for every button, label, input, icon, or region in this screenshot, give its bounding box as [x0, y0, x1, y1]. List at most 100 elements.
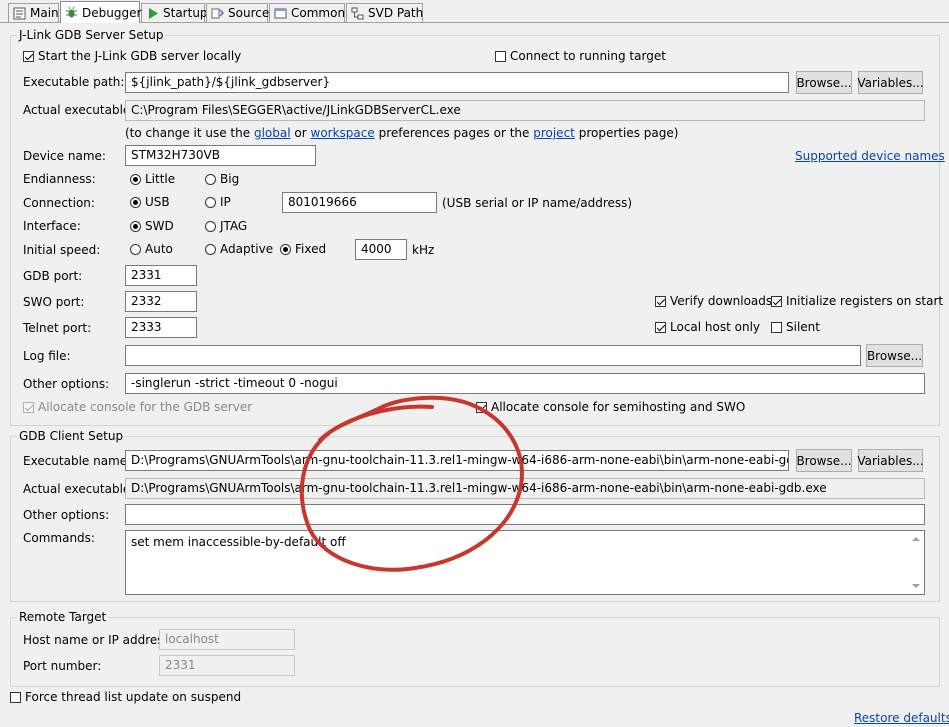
speed-unit-label: kHz	[412, 243, 435, 257]
radio-label: Fixed	[295, 242, 327, 256]
interface-label: Interface:	[23, 219, 81, 233]
client-actual-exe-label: Actual executable:	[23, 482, 135, 496]
initialize-registers-checkbox[interactable]: Initialize registers on start	[771, 294, 943, 308]
checkbox-label: Initialize registers on start	[786, 294, 944, 308]
server-other-options-input[interactable]: -singlerun -strict -timeout 0 -nogui	[125, 373, 925, 394]
checkbox-box	[23, 50, 34, 62]
checkbox-label: Connect to running target	[510, 49, 666, 63]
log-file-browse-button[interactable]: Browse...	[866, 344, 923, 367]
force-thread-update-checkbox[interactable]: Force thread list update on suspend	[10, 690, 241, 704]
verify-downloads-checkbox[interactable]: Verify downloads	[655, 294, 772, 308]
start-server-locally-checkbox[interactable]: Start the J-Link GDB server locally	[23, 49, 241, 63]
server-variables-button[interactable]: Variables...	[857, 71, 924, 94]
client-actual-exe-field: D:\Programs\GNUArmTools\arm-gnu-toolchai…	[125, 478, 925, 499]
swo-port-input[interactable]: 2332	[125, 291, 197, 312]
main-icon	[13, 7, 26, 20]
server-exe-input[interactable]: ${jlink_path}/${jlink_gdbserver}	[125, 72, 789, 93]
initial-speed-label: Initial speed:	[23, 243, 101, 257]
tab-startup-label: Startup	[163, 6, 208, 20]
commands-scrollbar[interactable]	[909, 531, 924, 594]
scroll-down-icon[interactable]	[912, 584, 920, 588]
connection-usb-radio[interactable]: USB	[130, 195, 170, 209]
log-file-label: Log file:	[23, 349, 71, 363]
tab-bar: Main Debugger Startup Source Common SVD …	[0, 0, 949, 24]
remote-group	[10, 617, 940, 687]
speed-adaptive-radio[interactable]: Adaptive	[205, 242, 273, 256]
radio-label: SWD	[145, 219, 174, 233]
client-variables-button[interactable]: Variables...	[857, 449, 924, 472]
silent-checkbox[interactable]: Silent	[771, 320, 820, 334]
speed-value-input[interactable]: 4000	[355, 239, 407, 260]
supported-device-names-link[interactable]: Supported device names	[795, 149, 945, 163]
project-properties-link[interactable]: project	[533, 126, 575, 140]
endian-big-radio[interactable]: Big	[205, 172, 239, 186]
server-exe-label: Executable path:	[23, 75, 125, 89]
restore-defaults-link[interactable]: Restore defaults	[854, 711, 949, 725]
gdb-port-label: GDB port:	[23, 269, 83, 283]
checkbox-label: Start the J-Link GDB server locally	[38, 49, 242, 63]
remote-group-title: Remote Target	[17, 610, 109, 624]
port-number-input[interactable]: 2331	[159, 655, 295, 676]
radio-label: USB	[145, 195, 170, 209]
tab-svd-path-label: SVD Path	[368, 6, 424, 20]
device-name-input[interactable]: STM32H730VB	[125, 145, 316, 166]
allocate-gdb-console-checkbox[interactable]: Allocate console for the GDB server	[23, 400, 252, 414]
tab-svd-path[interactable]: SVD Path	[346, 3, 423, 22]
speed-fixed-radio[interactable]: Fixed	[280, 242, 326, 256]
source-icon	[211, 7, 224, 20]
tab-startup[interactable]: Startup	[141, 3, 208, 22]
client-browse-button[interactable]: Browse...	[796, 449, 852, 472]
tab-source[interactable]: Source	[206, 3, 269, 22]
play-icon	[146, 7, 159, 20]
radio-circle	[205, 196, 216, 208]
connection-address-input[interactable]: 801019666	[282, 192, 437, 213]
radio-circle	[130, 196, 141, 208]
checkbox-label: Allocate console for the GDB server	[38, 400, 253, 414]
tab-main[interactable]: Main	[8, 3, 59, 22]
client-other-options-input[interactable]	[125, 504, 925, 525]
hint-text: (to change it use the	[125, 126, 251, 140]
server-browse-button[interactable]: Browse...	[796, 71, 852, 94]
commands-label: Commands:	[23, 531, 95, 545]
interface-jtag-radio[interactable]: JTAG	[205, 219, 247, 233]
radio-circle	[205, 220, 216, 232]
log-file-input[interactable]	[125, 345, 861, 366]
tab-common-label: Common	[291, 6, 346, 20]
commands-textarea[interactable]: set mem inaccessible-by-default off	[125, 530, 925, 595]
allocate-semihosting-console-checkbox[interactable]: Allocate console for semihosting and SWO	[476, 400, 745, 414]
swo-port-label: SWO port:	[23, 295, 85, 309]
host-name-input[interactable]: localhost	[159, 629, 295, 650]
checkbox-box	[476, 401, 487, 413]
radio-label: Little	[145, 172, 176, 186]
client-group-title: GDB Client Setup	[17, 429, 126, 443]
radio-circle	[205, 173, 216, 185]
local-host-only-checkbox[interactable]: Local host only	[655, 320, 760, 334]
tab-common[interactable]: Common	[269, 3, 345, 22]
client-exe-input[interactable]: D:\Programs\GNUArmTools\arm-gnu-toolchai…	[125, 450, 789, 471]
debug-bug-icon	[65, 6, 78, 19]
connection-label: Connection:	[23, 196, 95, 210]
common-icon	[274, 7, 287, 20]
checkbox-label: Verify downloads	[670, 294, 773, 308]
gdb-port-input[interactable]: 2331	[125, 265, 197, 286]
radio-circle	[130, 173, 141, 185]
radio-label: IP	[220, 195, 231, 209]
connection-ip-radio[interactable]: IP	[205, 195, 231, 209]
scroll-up-icon[interactable]	[912, 537, 920, 541]
telnet-port-label: Telnet port:	[23, 321, 92, 335]
radio-label: Big	[220, 172, 240, 186]
server-actual-exe-label: Actual executable:	[23, 103, 135, 117]
telnet-port-input[interactable]: 2333	[125, 317, 197, 338]
svd-icon	[351, 7, 364, 20]
host-name-label: Host name or IP address:	[23, 633, 174, 647]
speed-auto-radio[interactable]: Auto	[130, 242, 173, 256]
checkbox-label: Local host only	[670, 320, 761, 334]
server-other-options-label: Other options:	[23, 377, 110, 391]
global-preferences-link[interactable]: global	[254, 126, 291, 140]
workspace-preferences-link[interactable]: workspace	[311, 126, 375, 140]
checkbox-box	[23, 401, 34, 413]
endian-little-radio[interactable]: Little	[130, 172, 175, 186]
connect-running-target-checkbox[interactable]: Connect to running target	[495, 49, 666, 63]
interface-swd-radio[interactable]: SWD	[130, 219, 174, 233]
tab-debugger[interactable]: Debugger	[60, 1, 141, 23]
